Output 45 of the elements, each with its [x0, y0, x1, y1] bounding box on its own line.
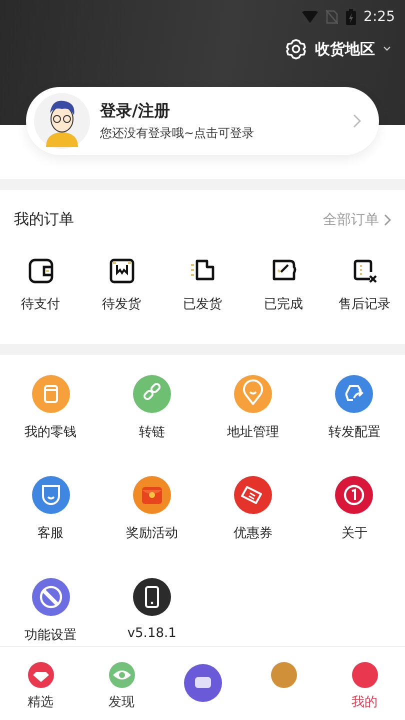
login-subtitle: 您还没有登录哦~点击可登录 — [100, 124, 256, 142]
service-button[interactable]: 地址管理 — [202, 373, 304, 444]
order-status-button[interactable]: 已完成 — [243, 257, 324, 313]
eye-icon — [108, 661, 136, 689]
order-status-button[interactable]: 已发货 — [162, 257, 243, 313]
region-selector[interactable]: 收货地区 — [285, 38, 391, 60]
chevron-right-icon — [353, 114, 361, 128]
location-pin-icon — [232, 373, 274, 415]
chevron-right-icon — [384, 214, 391, 226]
box-icon — [108, 257, 136, 285]
link-icon — [130, 373, 173, 415]
section-title: 我的订单 — [14, 210, 74, 229]
login-card[interactable]: 登录/注册 您还没有登录哦~点击可登录 — [26, 87, 379, 155]
service-button[interactable]: v5.18.1 — [101, 576, 202, 646]
status-time: 2:25 — [364, 9, 395, 25]
slashed-circle-icon — [30, 576, 72, 618]
service-button[interactable]: 关于 — [304, 474, 405, 545]
settings-icon — [285, 38, 307, 60]
number-one-icon — [333, 474, 376, 516]
wallet-icon — [26, 257, 54, 285]
tab[interactable]: 发现 — [81, 661, 162, 711]
service-button[interactable]: 优惠券 — [202, 474, 304, 545]
smile-bubble-icon — [30, 474, 72, 516]
battery-icon — [346, 9, 356, 25]
tab[interactable]: 精选 — [0, 661, 81, 711]
wifi-icon — [302, 11, 318, 23]
avatar-icon — [34, 93, 90, 149]
order-status-button[interactable]: 待发货 — [81, 257, 162, 313]
service-button[interactable]: 我的零钱 — [0, 373, 102, 444]
login-title: 登录/注册 — [100, 100, 171, 122]
order-status-button[interactable]: 待支付 — [0, 257, 81, 313]
no-sim-icon — [326, 10, 338, 24]
service-button[interactable]: 转链 — [101, 373, 202, 444]
service-button[interactable]: 奖励活动 — [101, 474, 202, 545]
envelope-icon — [130, 474, 173, 516]
service-button[interactable]: 转发配置 — [304, 373, 405, 444]
ticket-icon — [232, 474, 274, 516]
order-status-button[interactable]: 售后记录 — [324, 257, 405, 313]
region-label: 收货地区 — [315, 40, 375, 58]
phone-icon — [130, 576, 173, 618]
tab[interactable]: 我的 — [324, 661, 405, 711]
service-button[interactable]: 功能设置 — [0, 576, 102, 646]
app-icon — [182, 663, 222, 703]
service-button[interactable]: 客服 — [0, 474, 102, 545]
dropdown-icon — [383, 46, 391, 52]
